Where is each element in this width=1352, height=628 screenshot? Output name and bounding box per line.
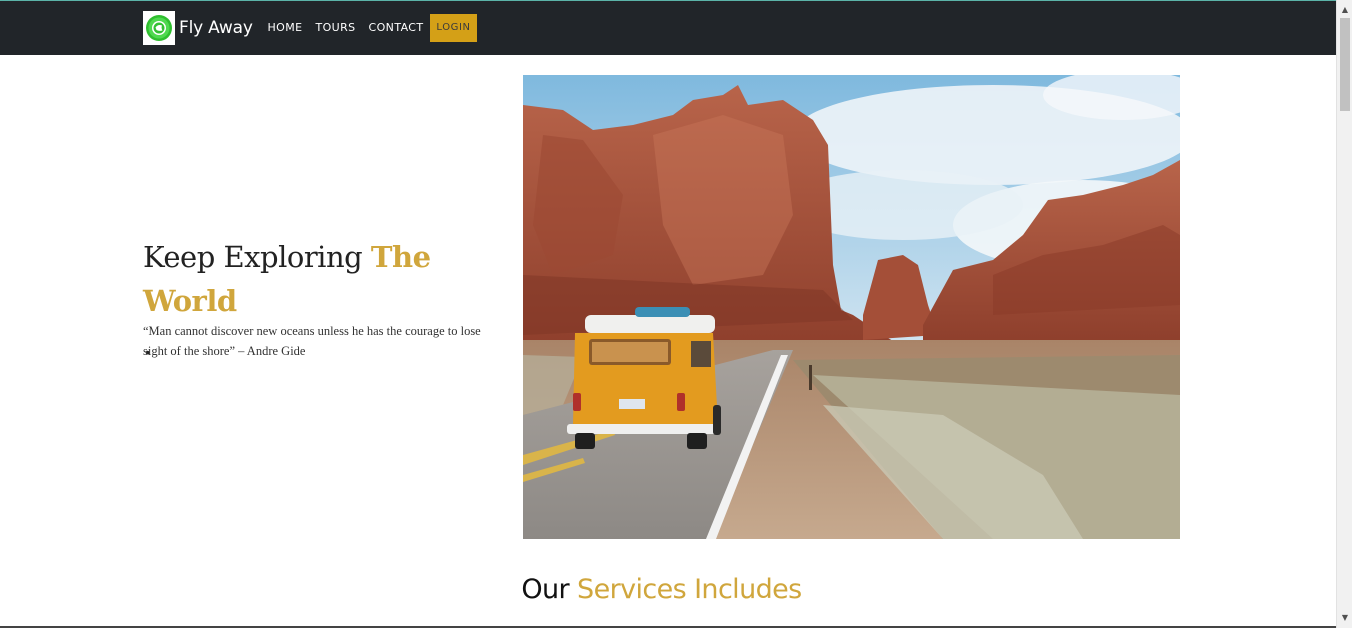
services-title: Our Services Includes <box>0 574 1323 605</box>
globe-logo-icon <box>143 11 175 45</box>
arrow-up-icon[interactable]: ▲ <box>1337 2 1352 16</box>
nav-links: HOME TOURS CONTACT LOGIN <box>261 14 478 42</box>
login-button[interactable]: LOGIN <box>430 14 478 42</box>
brand-link[interactable]: Fly Away <box>143 11 253 45</box>
brand-name: Fly Away <box>179 18 253 38</box>
services-title-prefix: Our <box>521 574 578 605</box>
scrollbar-thumb[interactable] <box>1340 18 1350 111</box>
navbar: Fly Away HOME TOURS CONTACT LOGIN <box>0 1 1336 55</box>
page: Fly Away HOME TOURS CONTACT LOGIN Keep E… <box>0 0 1352 628</box>
services-title-accent: Services Includes <box>577 574 802 605</box>
nav-contact-link[interactable]: CONTACT <box>362 14 430 42</box>
vertical-scrollbar[interactable]: ▲ ▼ <box>1336 0 1352 628</box>
arrow-down-icon[interactable]: ▼ <box>1337 610 1352 624</box>
hero-title-prefix: Keep Exploring <box>143 240 371 274</box>
hero-image-canyon-road-van <box>523 75 1180 539</box>
nav-tours-link[interactable]: TOURS <box>309 14 362 42</box>
hero-quote: “Man cannot discover new oceans unless h… <box>143 324 481 358</box>
nav-home-link[interactable]: HOME <box>261 14 309 42</box>
